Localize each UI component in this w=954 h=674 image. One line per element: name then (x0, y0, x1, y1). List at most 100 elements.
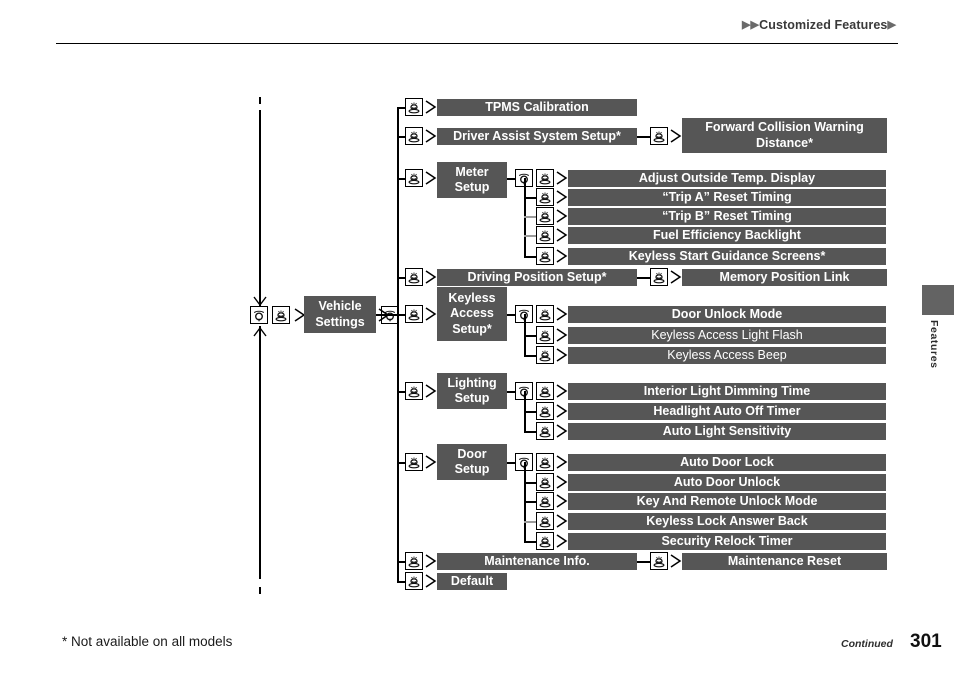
press-icon-driver-assist[interactable] (405, 127, 423, 145)
stub-l1-6 (397, 391, 405, 393)
node-keyless-lock-answer-back[interactable]: Keyless Lock Answer Back (568, 513, 886, 530)
connector-door-setup-to-dial (507, 462, 515, 464)
node-trip-a-reset-timing[interactable]: “Trip A” Reset Timing (568, 189, 886, 206)
stub-keyless-3 (524, 355, 536, 357)
node-headlight-auto-off-timer[interactable]: Headlight Auto Off Timer (568, 403, 886, 420)
stub-l1-9 (397, 581, 405, 583)
press-icon-keyless-access-light-flash[interactable] (536, 326, 554, 344)
arrow-to-forward-collision-warning-icon (669, 128, 682, 144)
press-icon-keyless-lock-answer-back[interactable] (536, 512, 554, 530)
stub-l1-8 (397, 561, 405, 563)
press-icon-keyless-access-setup[interactable] (405, 305, 423, 323)
stub-meter-5 (524, 256, 536, 258)
connector-root-to-bus (376, 314, 398, 316)
press-icon-auto-door-unlock[interactable] (536, 473, 554, 491)
node-meter-setup[interactable]: Meter Setup (437, 162, 507, 198)
press-icon-meter-setup[interactable] (405, 169, 423, 187)
node-keyless-access-light-flash[interactable]: Keyless Access Light Flash (568, 327, 886, 344)
press-icon-maintenance-reset[interactable] (650, 552, 668, 570)
node-forward-collision-warning-distance[interactable]: Forward Collision Warning Distance* (682, 118, 887, 153)
press-icon-tpms-calibration[interactable] (405, 98, 423, 116)
dial-icon-root-left[interactable] (250, 306, 268, 324)
node-keyless-access-setup[interactable]: Keyless Access Setup* (437, 287, 507, 341)
arrow-to-driver-assist-icon (424, 128, 437, 144)
press-icon-root[interactable] (272, 306, 290, 324)
arrow-to-trip-b-reset-timing-icon (555, 208, 568, 224)
spine-upper (259, 110, 261, 306)
node-default[interactable]: Default (437, 573, 507, 590)
press-icon-lighting-setup[interactable] (405, 382, 423, 400)
press-icon-default[interactable] (405, 572, 423, 590)
press-icon-trip-b-reset-timing[interactable] (536, 207, 554, 225)
arrow-to-tpms-calibration-icon (424, 99, 437, 115)
node-lighting-setup[interactable]: Lighting Setup (437, 373, 507, 409)
node-interior-light-dimming-time[interactable]: Interior Light Dimming Time (568, 383, 886, 400)
connector-maintenance-to-child (637, 561, 650, 563)
node-maintenance-info[interactable]: Maintenance Info. (437, 553, 637, 570)
arrow-to-auto-door-unlock-icon (555, 474, 568, 490)
press-icon-maintenance-info[interactable] (405, 552, 423, 570)
arrow-to-driving-position-setup-icon (424, 269, 437, 285)
stub-l1-4 (397, 277, 405, 279)
arrow-to-security-relock-timer-icon (555, 533, 568, 549)
connector-meter-setup-to-dial (507, 178, 515, 180)
node-door-unlock-mode[interactable]: Door Unlock Mode (568, 306, 886, 323)
press-icon-interior-light-dimming-time[interactable] (536, 382, 554, 400)
stub-door-4 (524, 521, 536, 523)
press-icon-headlight-auto-off-timer[interactable] (536, 402, 554, 420)
arrow-to-keyless-access-light-flash-icon (555, 327, 568, 343)
node-tpms-calibration[interactable]: TPMS Calibration (437, 99, 637, 116)
connector-keyless-access-to-dial (507, 314, 515, 316)
footnote-not-available: * Not available on all models (62, 634, 233, 649)
press-icon-door-setup[interactable] (405, 453, 423, 471)
spine-lower (259, 326, 261, 579)
press-icon-security-relock-timer[interactable] (536, 532, 554, 550)
node-maintenance-reset[interactable]: Maintenance Reset (682, 553, 887, 570)
spine-arrow-up-icon (252, 326, 268, 337)
arrow-to-adjust-outside-temp-icon (555, 170, 568, 186)
press-icon-key-and-remote-unlock-mode[interactable] (536, 492, 554, 510)
connector-driving-position-to-child (637, 277, 650, 279)
node-adjust-outside-temp-display[interactable]: Adjust Outside Temp. Display (568, 170, 886, 187)
press-icon-door-unlock-mode[interactable] (536, 305, 554, 323)
stub-meter-3 (524, 216, 536, 218)
node-vehicle-settings[interactable]: Vehicle Settings (304, 296, 376, 333)
node-auto-light-sensitivity[interactable]: Auto Light Sensitivity (568, 423, 886, 440)
node-memory-position-link[interactable]: Memory Position Link (682, 269, 887, 286)
node-keyless-access-beep[interactable]: Keyless Access Beep (568, 347, 886, 364)
press-icon-forward-collision-warning[interactable] (650, 127, 668, 145)
node-security-relock-timer[interactable]: Security Relock Timer (568, 533, 886, 550)
press-icon-memory-position-link[interactable] (650, 268, 668, 286)
node-fuel-efficiency-backlight[interactable]: Fuel Efficiency Backlight (568, 227, 886, 244)
stub-l1-5 (397, 314, 405, 316)
node-driver-assist-system-setup[interactable]: Driver Assist System Setup* (437, 128, 637, 145)
arrow-to-headlight-auto-off-timer-icon (555, 403, 568, 419)
press-icon-keyless-access-beep[interactable] (536, 346, 554, 364)
stub-door-3 (524, 501, 536, 503)
node-driving-position-setup[interactable]: Driving Position Setup* (437, 269, 637, 286)
arrow-to-default-icon (424, 573, 437, 589)
press-icon-fuel-efficiency-backlight[interactable] (536, 226, 554, 244)
press-icon-keyless-start-guidance[interactable] (536, 247, 554, 265)
press-icon-auto-light-sensitivity[interactable] (536, 422, 554, 440)
arrow-to-lighting-setup-icon (424, 383, 437, 399)
press-icon-driving-position-setup[interactable] (405, 268, 423, 286)
node-key-and-remote-unlock-mode[interactable]: Key And Remote Unlock Mode (568, 493, 886, 510)
arrow-to-keyless-access-beep-icon (555, 347, 568, 363)
node-auto-door-lock[interactable]: Auto Door Lock (568, 454, 886, 471)
stub-meter-2 (524, 197, 536, 199)
arrow-to-meter-setup-icon (424, 170, 437, 186)
spine-dash-bottom (259, 587, 261, 594)
node-keyless-start-guidance-screens[interactable]: Keyless Start Guidance Screens* (568, 248, 886, 265)
continued-label: Continued (841, 638, 893, 650)
node-trip-b-reset-timing[interactable]: “Trip B” Reset Timing (568, 208, 886, 225)
press-icon-adjust-outside-temp[interactable] (536, 169, 554, 187)
stub-keyless-2 (524, 335, 536, 337)
node-door-setup[interactable]: Door Setup (437, 444, 507, 480)
press-icon-trip-a-reset-timing[interactable] (536, 188, 554, 206)
stub-lighting-3 (524, 431, 536, 433)
node-auto-door-unlock[interactable]: Auto Door Unlock (568, 474, 886, 491)
press-icon-auto-door-lock[interactable] (536, 453, 554, 471)
stub-meter-4 (524, 235, 536, 237)
customized-features-flow-diagram: Vehicle Settings TPMS Calibration Driver… (0, 0, 954, 674)
